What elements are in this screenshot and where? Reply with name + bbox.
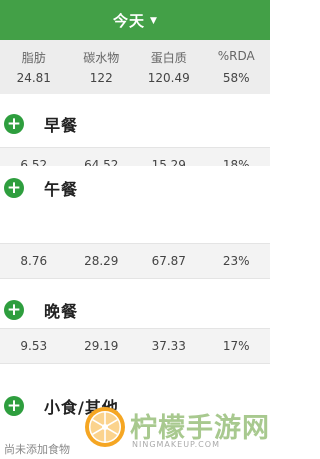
- meal-header-lunch[interactable]: + 午餐: [0, 166, 270, 210]
- meal-value-rda: 23%: [222, 254, 250, 268]
- caret-down-icon: ▼: [150, 16, 157, 26]
- summary-values: 24.81 122 120.49 58%: [0, 71, 270, 85]
- summary-value-carbs: 122: [89, 71, 113, 85]
- meal-value-rda: 17%: [222, 339, 250, 353]
- add-icon[interactable]: +: [4, 300, 24, 320]
- meal-value-fat: 9.53: [20, 339, 48, 353]
- date-selector[interactable]: 今天 ▼: [0, 0, 270, 40]
- summary-label-fat: 脂肪: [21, 51, 46, 65]
- summary-value-rda: 58%: [222, 71, 250, 85]
- summary-label-carbs: 碳水物: [83, 51, 120, 65]
- header-title: 今天: [113, 11, 146, 30]
- meal-totals-dinner: 9.53 29.19 37.33 17%: [0, 328, 270, 364]
- meal-name-breakfast: 早餐: [44, 116, 79, 135]
- meal-value-fat: 8.76: [20, 254, 48, 268]
- summary-label-protein: 蛋白质: [150, 51, 187, 65]
- watermark: 柠檬手游网 NINGMAKEUP.COM: [80, 402, 269, 454]
- meal-totals-lunch: 8.76 28.29 67.87 23%: [0, 243, 270, 279]
- lemon-logo-icon: [85, 407, 125, 447]
- summary-value-protein: 120.49: [147, 71, 190, 85]
- add-icon[interactable]: +: [4, 178, 24, 198]
- empty-note: 尚未添加食物: [4, 443, 70, 456]
- add-icon[interactable]: +: [4, 114, 24, 134]
- meal-header-dinner[interactable]: + 晚餐: [0, 288, 270, 332]
- nutrition-summary: 脂肪 碳水物 蛋白质 %RDA 24.81 122 120.49 58%: [0, 40, 270, 94]
- add-icon[interactable]: +: [4, 396, 24, 416]
- watermark-url: NINGMAKEUP.COM: [132, 440, 220, 449]
- summary-value-fat: 24.81: [16, 71, 51, 85]
- meal-value-protein: 67.87: [151, 254, 186, 268]
- summary-label-rda: %RDA: [217, 49, 255, 63]
- meal-value-carbs: 29.19: [84, 339, 119, 353]
- meal-name-lunch: 午餐: [44, 180, 79, 199]
- summary-labels: 脂肪 碳水物 蛋白质 %RDA: [0, 49, 270, 66]
- meal-value-protein: 37.33: [151, 339, 186, 353]
- meal-value-carbs: 28.29: [84, 254, 119, 268]
- meal-name-dinner: 晚餐: [44, 302, 79, 321]
- meal-header-breakfast[interactable]: + 早餐: [0, 102, 270, 146]
